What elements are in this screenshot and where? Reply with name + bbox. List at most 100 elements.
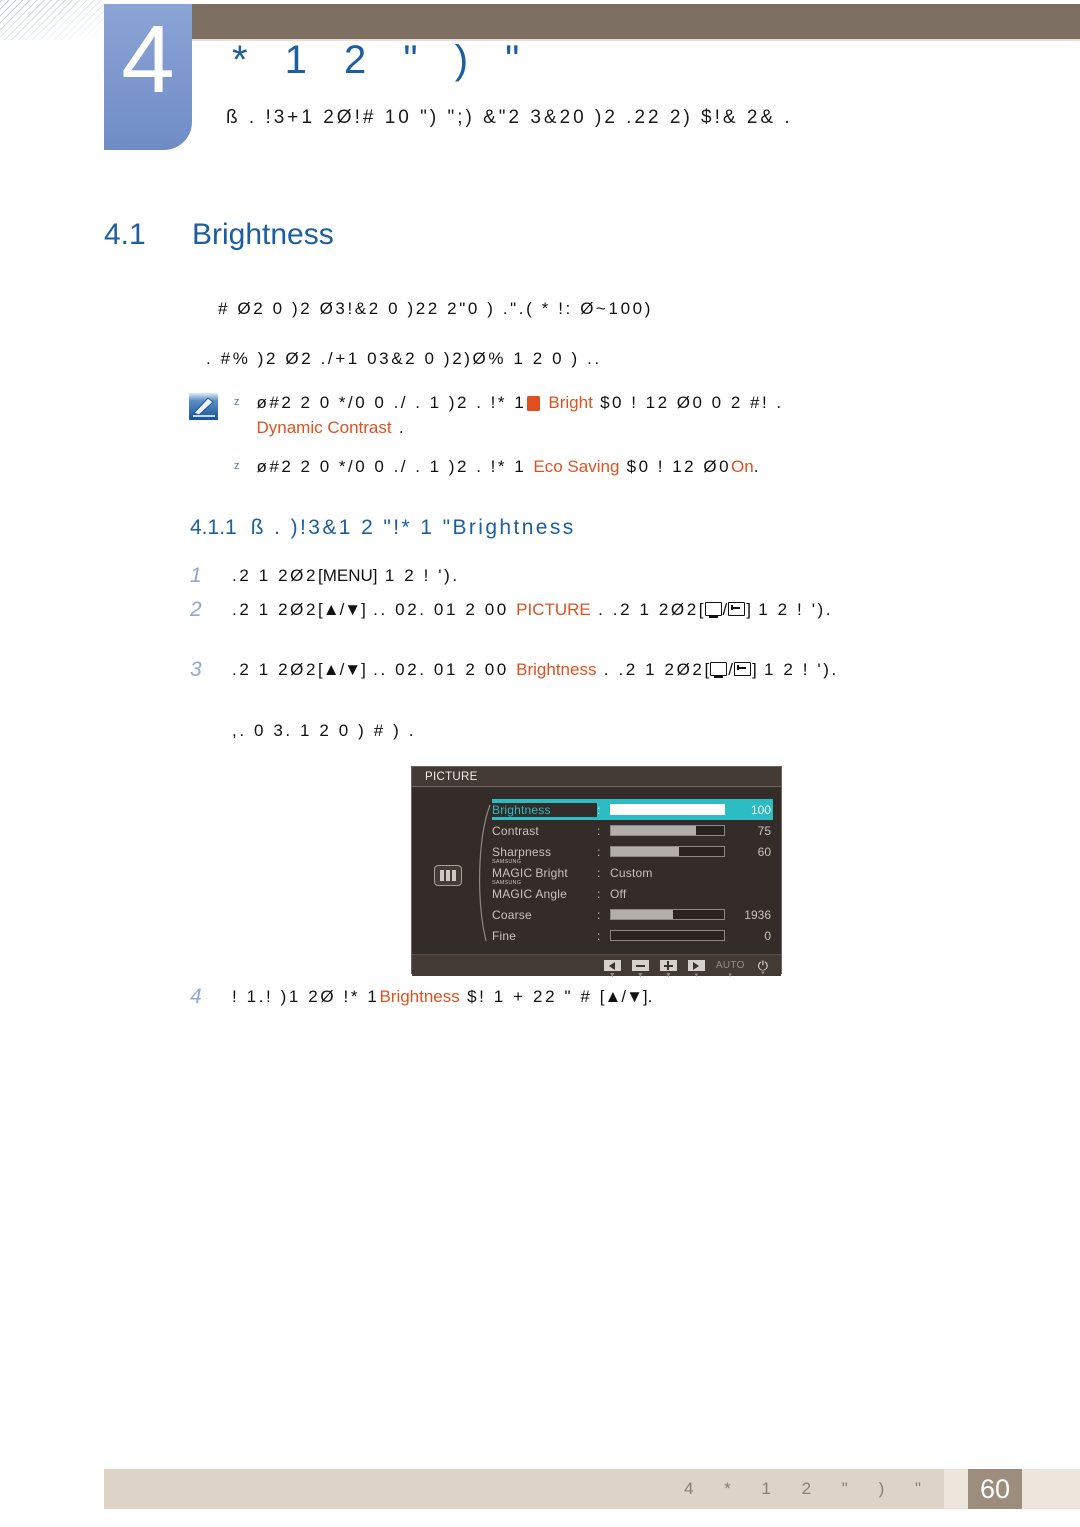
step-1-text-b: 1 2 ! '). xyxy=(384,566,460,585)
osd-row-contrast[interactable]: Contrast : 75 xyxy=(492,820,773,841)
osd-slider-coarse[interactable] xyxy=(610,909,725,920)
osd-label-contrast: Contrast xyxy=(492,823,539,838)
picture-category-icon xyxy=(434,865,462,886)
subsection-term-brightness: Brightness xyxy=(452,516,576,539)
intro-paragraph-2: . #% )2 Ø2 ./+1 03&2 0 )2)Ø% 1 2 0 ) .. xyxy=(206,349,602,368)
osd-footer-buttons: ▼ ▼ ▼ ▾ AUTO ▾ ⏻ ▾ xyxy=(412,954,781,979)
osd-label-sharpness: Sharpness xyxy=(492,844,552,859)
osd-label-brightness: Brightness xyxy=(492,802,597,817)
step-2-text-c: . .2 1 2Ø2 xyxy=(598,600,699,619)
samsung-magic-icon xyxy=(527,396,541,411)
osd-curve-decoration xyxy=(472,803,494,943)
osd-title: PICTURE xyxy=(412,767,781,787)
step-3-number: 3 xyxy=(190,658,202,681)
enter-key-icon xyxy=(728,602,746,616)
osd-slider-brightness[interactable] xyxy=(610,804,725,815)
osd-row-magic-bright[interactable]: SAMSUNG MAGIC Bright : Custom xyxy=(492,859,773,883)
osd-slider-fine[interactable] xyxy=(610,930,725,941)
chapter-subtitle: ß . !3+1 2Ø!# 10 ") ";) &"2 3&20 )2 .22 … xyxy=(226,107,793,128)
minus-caption: ▼ xyxy=(636,972,644,979)
footer-text: 4 * 1 2 " ) " xyxy=(683,1479,934,1498)
note-2-term-eco-saving: Eco Saving xyxy=(533,457,620,476)
subsection-text: ß . )!3&1 2 "!* 1 " xyxy=(250,516,453,539)
plus-icon[interactable]: ▼ xyxy=(659,960,677,979)
osd-slider-contrast[interactable] xyxy=(610,825,725,836)
section-number: 4.1 xyxy=(104,218,146,251)
osd-slider-sharpness[interactable] xyxy=(610,846,725,857)
step-2-term-picture: PICTURE xyxy=(516,600,591,619)
section-title: Brightness xyxy=(192,218,334,251)
note-list: z ø#2 2 0 */0 0 ./ . 1 )2 . !* 1 Bright … xyxy=(234,390,784,493)
samsung-sup-text: SAMSUNG xyxy=(492,879,522,886)
step-4-number: 4 xyxy=(190,985,202,1008)
step-4-key-updown: [▲/▼] xyxy=(599,987,648,1006)
osd-value-sharpness: 60 xyxy=(757,844,771,859)
step-2-text-b: .. 02. 01 2 00 xyxy=(365,600,509,619)
note-2-term-on: On xyxy=(731,457,754,476)
note-2-text-pre: ø#2 2 0 */0 0 ./ . 1 )2 . !* 1 xyxy=(256,457,527,476)
auto-caption: ▾ xyxy=(728,972,733,979)
minus-icon[interactable]: ▼ xyxy=(631,960,649,979)
page-number: 60 xyxy=(968,1469,1022,1509)
osd-value-fine: 0 xyxy=(764,928,771,943)
plus-caption: ▼ xyxy=(664,972,672,979)
osd-row-magic-angle[interactable]: SAMSUNG MAGIC Angle : Off xyxy=(492,880,773,904)
source-key-icon xyxy=(710,662,728,678)
step-4-text-c: . xyxy=(647,987,655,1006)
step-2-number: 2 xyxy=(190,598,202,621)
osd-screenshot: PICTURE Brightness : 100 Contrast : 75 S… xyxy=(411,766,782,979)
step-3-text-d: 1 2 ! '). xyxy=(764,660,839,679)
note-item: z ø#2 2 0 */0 0 ./ . 1 )2 . !* 1 Bright … xyxy=(234,390,784,440)
step-1: 1 .2 1 2Ø2[MENU] 1 2 ! '). xyxy=(190,562,460,590)
step-4-text-a: ! 1.! )1 2Ø !* 1 xyxy=(232,987,380,1006)
arrow-right-caption: ▾ xyxy=(694,972,699,979)
note-1-term-bright: Bright xyxy=(548,393,593,412)
osd-row-brightness[interactable]: Brightness : 100 xyxy=(492,799,773,820)
osd-value-brightness: 100 xyxy=(750,802,771,817)
note-bullet: z xyxy=(234,460,240,472)
note-2-text-post: . xyxy=(753,457,761,476)
magic-angle-label: SAMSUNG MAGIC Angle xyxy=(492,880,568,901)
osd-row-fine[interactable]: Fine : 0 xyxy=(492,925,773,946)
step-3-text-b: .. 02. 01 2 00 xyxy=(365,660,509,679)
step-1-number: 1 xyxy=(190,564,202,587)
osd-rows: Brightness : 100 Contrast : 75 Sharpness… xyxy=(492,799,773,946)
header-bar xyxy=(174,4,1080,39)
step-3-text-a: .2 1 2Ø2 xyxy=(232,660,319,679)
auto-label: AUTO xyxy=(715,960,745,971)
osd-label-angle: Angle xyxy=(535,886,568,901)
step-4: 4 ! 1.! )1 2Ø !* 1Brightness $! 1 + 22 "… xyxy=(190,983,655,1011)
section-heading: 4.1 Brightness xyxy=(104,215,334,255)
note-1-text-post: . xyxy=(398,418,407,437)
arrow-left-caption: ▼ xyxy=(608,972,616,979)
step-2: 2 .2 1 2Ø2[▲/▼] .. 02. 01 2 00 PICTURE .… xyxy=(190,596,833,624)
magic-text: MAGIC xyxy=(492,886,533,901)
step-3-key-updown: [▲/▼] xyxy=(318,660,366,679)
note-2-text-mid: $0 ! 12 Ø0 xyxy=(626,457,732,476)
step-3-term-brightness: Brightness xyxy=(516,660,597,679)
chapter-tab: 4 xyxy=(104,4,192,150)
step-1-key-menu: [MENU] xyxy=(318,566,378,585)
osd-value-magic-bright: Custom xyxy=(610,865,653,880)
note-bullet: z xyxy=(234,396,240,408)
osd-row-coarse[interactable]: Coarse : 1936 xyxy=(492,904,773,925)
arrow-right-icon[interactable]: ▾ xyxy=(687,960,705,979)
osd-row-sharpness[interactable]: Sharpness : 60 xyxy=(492,841,773,862)
osd-label-bright: Bright xyxy=(535,865,568,880)
magic-bright-label: SAMSUNG MAGIC Bright xyxy=(492,859,568,880)
chapter-number: 4 xyxy=(121,6,175,113)
arrow-left-icon[interactable]: ▼ xyxy=(603,960,621,979)
note-1-term-dynamic-contrast: Dynamic Contrast xyxy=(256,418,392,437)
subsection-number: 4.1.1 xyxy=(190,516,237,539)
osd-label-coarse: Coarse xyxy=(492,907,532,922)
step-2-text-d: 1 2 ! '). xyxy=(758,600,834,619)
note-1-text-pre: ø#2 2 0 */0 0 ./ . 1 )2 . !* 1 xyxy=(256,393,527,412)
auto-button[interactable]: AUTO ▾ xyxy=(715,960,745,979)
power-icon[interactable]: ⏻ ▾ xyxy=(758,958,768,977)
note-item: z ø#2 2 0 */0 0 ./ . 1 )2 . !* 1 Eco Sav… xyxy=(234,454,784,479)
step-4-text-b: $! 1 + 22 " # xyxy=(467,987,593,1006)
note-pencil-icon xyxy=(188,392,220,422)
note-1-text-mid: $0 ! 12 Ø0 0 2 #! . xyxy=(600,393,784,412)
source-key-icon xyxy=(704,602,722,618)
corner-hatch-decoration xyxy=(0,0,104,40)
